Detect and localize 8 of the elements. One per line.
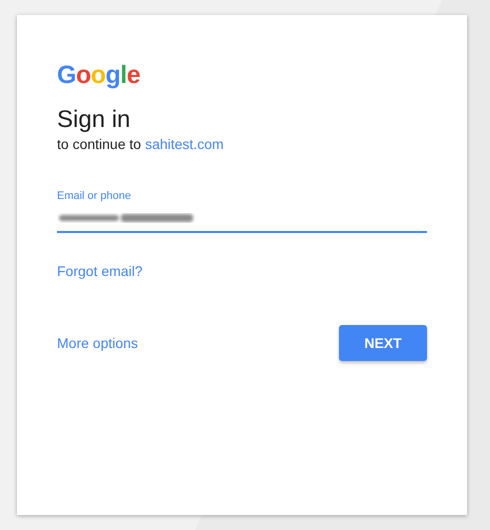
next-button[interactable]: NEXT — [339, 325, 427, 361]
forgot-email-link[interactable]: Forgot email? — [57, 263, 143, 279]
subheading: to continue to — [57, 136, 142, 152]
email-field[interactable]: Email or phone — [57, 190, 427, 233]
site-link[interactable]: sahitest.com — [145, 136, 224, 152]
heading: Sign in — [57, 105, 130, 135]
more-options-link[interactable]: More options — [57, 335, 138, 351]
logo: Google — [57, 61, 140, 89]
